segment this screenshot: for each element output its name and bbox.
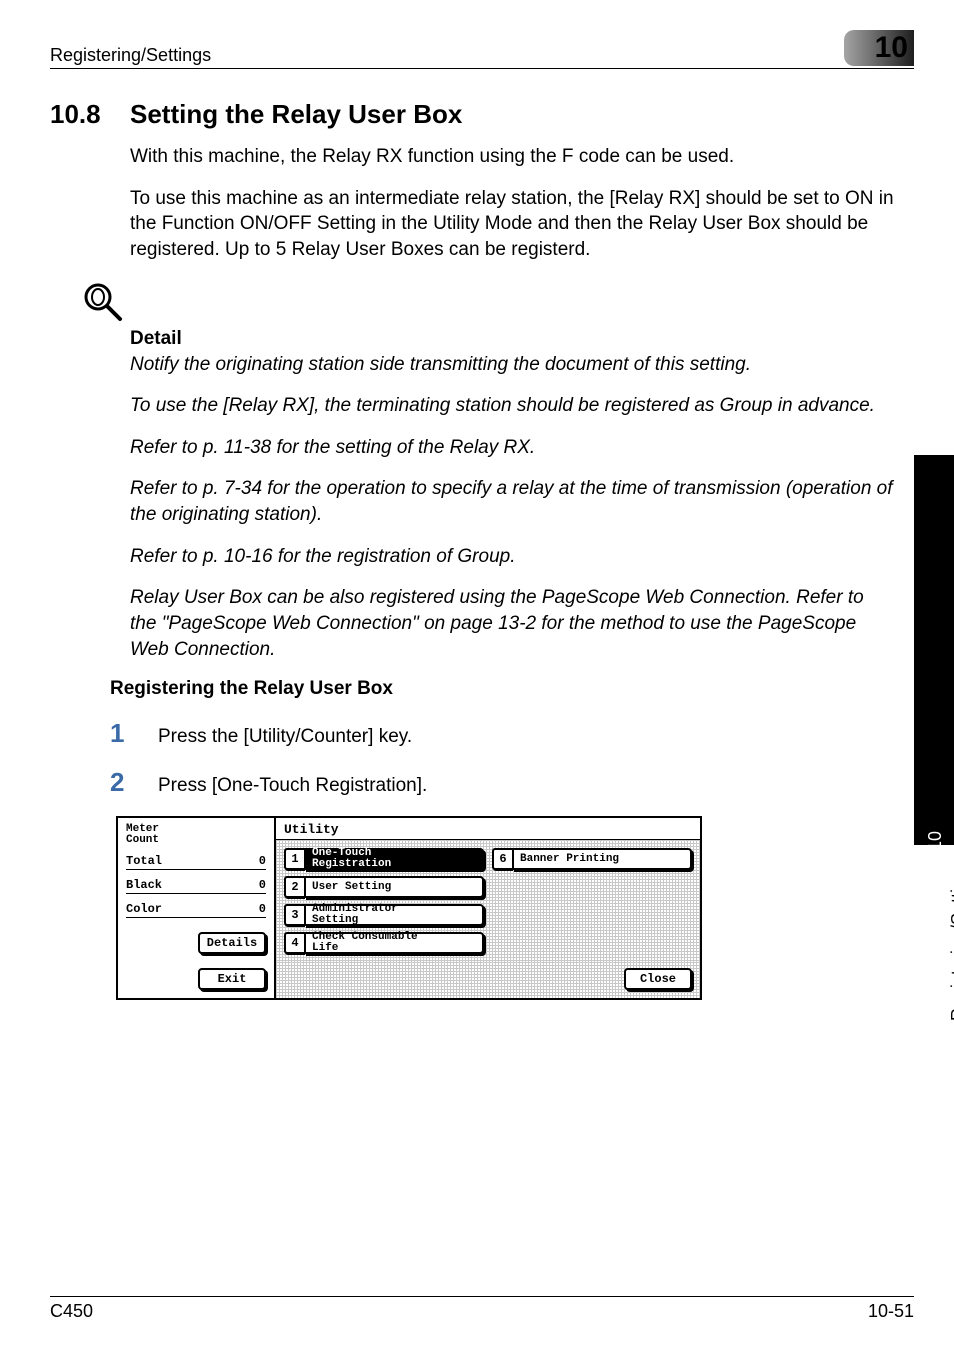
step-number: 1 xyxy=(110,718,134,749)
option-label: User Setting xyxy=(304,876,484,898)
page-footer: C450 10-51 xyxy=(50,1296,914,1322)
page: Registering/Settings 10 Chapter 10 Regis… xyxy=(0,0,954,1352)
running-header: Registering/Settings 10 xyxy=(50,30,914,69)
side-chapter-label: Chapter 10 xyxy=(925,831,946,920)
meter-count-pane: Meter Count Total 0 Black 0 Color 0 Deta… xyxy=(118,818,276,998)
meter-value: 0 xyxy=(259,902,266,916)
step-number: 2 xyxy=(110,767,134,798)
magnifier-icon xyxy=(80,279,894,328)
option-label: Banner Printing xyxy=(512,848,692,870)
option-label: Administrator Setting xyxy=(304,904,484,926)
option-banner-printing[interactable]: 6 Banner Printing xyxy=(492,848,692,870)
detail-block: Detail Notify the originating station si… xyxy=(130,328,894,663)
option-label: One-Touch Registration xyxy=(304,848,484,870)
option-index: 1 xyxy=(284,848,304,870)
section-title-text: Setting the Relay User Box xyxy=(130,99,462,129)
option-administrator-setting[interactable]: 3 Administrator Setting xyxy=(284,904,484,926)
meter-row-total: Total 0 xyxy=(126,850,266,870)
option-check-consumable-life[interactable]: 4 Check Consumable Life xyxy=(284,932,484,954)
running-title: Registering/Settings xyxy=(50,45,211,66)
utility-title: Utility xyxy=(276,818,700,840)
section-number: 10.8 xyxy=(50,99,130,130)
section-heading: 10.8Setting the Relay User Box xyxy=(50,99,894,130)
utility-pane: Utility 1 One-Touch Registration 6 Ba xyxy=(276,818,700,998)
option-label: Check Consumable Life xyxy=(304,932,484,954)
option-index: 2 xyxy=(284,876,304,898)
option-index: 6 xyxy=(492,848,512,870)
close-button[interactable]: Close xyxy=(624,968,692,990)
intro-paragraph-2: To use this machine as an intermediate r… xyxy=(130,186,894,263)
option-one-touch-registration[interactable]: 1 One-Touch Registration xyxy=(284,848,484,870)
option-index: 4 xyxy=(284,932,304,954)
detail-p6: Relay User Box can be also registered us… xyxy=(130,585,894,662)
intro-paragraph-1: With this machine, the Relay RX function… xyxy=(130,144,894,170)
detail-heading: Detail xyxy=(130,328,894,350)
meter-count-title: Meter Count xyxy=(126,824,266,846)
content-area: 10.8Setting the Relay User Box With this… xyxy=(130,99,894,1000)
option-index: 3 xyxy=(284,904,304,926)
step-1: 1 Press the [Utility/Counter] key. xyxy=(110,718,894,749)
side-section-label: Registering/Settings xyxy=(948,860,954,1021)
details-button[interactable]: Details xyxy=(198,932,266,954)
chapter-tab: 10 xyxy=(844,30,914,66)
meter-row-color: Color 0 xyxy=(126,898,266,918)
detail-p1: Notify the originating station side tran… xyxy=(130,352,894,378)
meter-label: Total xyxy=(126,854,162,868)
meter-value: 0 xyxy=(259,878,266,892)
meter-value: 0 xyxy=(259,854,266,868)
utility-panel-figure: Meter Count Total 0 Black 0 Color 0 Deta… xyxy=(116,816,894,1000)
exit-button[interactable]: Exit xyxy=(198,968,266,990)
detail-p3: Refer to p. 11-38 for the setting of the… xyxy=(130,435,894,461)
meter-label: Black xyxy=(126,878,162,892)
meter-label: Color xyxy=(126,902,162,916)
detail-p4: Refer to p. 7-34 for the operation to sp… xyxy=(130,476,894,527)
side-chapter-tab: Chapter 10 xyxy=(914,455,954,845)
meter-row-black: Black 0 xyxy=(126,874,266,894)
utility-panel: Meter Count Total 0 Black 0 Color 0 Deta… xyxy=(116,816,702,1000)
option-user-setting[interactable]: 2 User Setting xyxy=(284,876,484,898)
procedure-heading: Registering the Relay User Box xyxy=(110,678,894,700)
utility-options: 1 One-Touch Registration 6 Banner Printi… xyxy=(276,840,700,962)
step-text: Press [One-Touch Registration]. xyxy=(158,775,427,797)
footer-model: C450 xyxy=(50,1301,93,1322)
step-2: 2 Press [One-Touch Registration]. xyxy=(110,767,894,798)
footer-page-number: 10-51 xyxy=(868,1301,914,1322)
detail-p5: Refer to p. 10-16 for the registration o… xyxy=(130,544,894,570)
detail-p2: To use the [Relay RX], the terminating s… xyxy=(130,393,894,419)
chapter-number: 10 xyxy=(875,31,908,65)
step-text: Press the [Utility/Counter] key. xyxy=(158,726,412,748)
